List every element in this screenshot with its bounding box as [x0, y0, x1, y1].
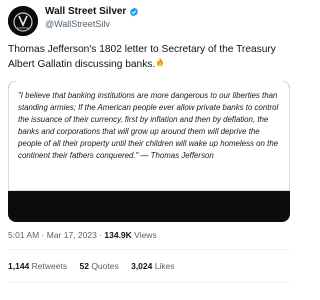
likes-label: Likes	[154, 261, 175, 271]
quotes-label: Quotes	[91, 261, 119, 271]
quote-text: "I believe that banking institutions are…	[18, 91, 279, 160]
tweet-text-content: Thomas Jefferson's 1802 letter to Secret…	[8, 44, 276, 70]
tweet: Wall Street Silver @WallStreetSilv Thoma…	[0, 0, 296, 300]
time-date: 5:01 AM · Mar 17, 2023 ·	[8, 230, 105, 240]
engagement-stats: 1,144 Retweets 52 Quotes 3,024 Likes	[8, 261, 185, 272]
fire-icon	[157, 57, 164, 66]
avatar[interactable]	[8, 6, 38, 36]
quotes-stat[interactable]: 52 Quotes	[79, 261, 118, 272]
avatar-logo-icon	[8, 6, 38, 36]
verified-badge-icon	[130, 7, 139, 17]
likes-stat[interactable]: 3,024 Likes	[131, 261, 175, 272]
retweets-count: 1,144	[8, 261, 30, 271]
retweets-stat[interactable]: 1,144 Retweets	[8, 261, 67, 272]
likes-count: 3,024	[131, 261, 153, 271]
quotes-count: 52	[79, 261, 89, 271]
divider	[8, 249, 290, 250]
views-label: Views	[131, 230, 157, 240]
tweet-media-image[interactable]: "I believe that banking institutions are…	[8, 81, 290, 222]
author-name-text: Wall Street Silver	[45, 6, 127, 17]
tweet-text: Thomas Jefferson's 1802 letter to Secret…	[8, 43, 290, 71]
quote-card: "I believe that banking institutions are…	[8, 81, 290, 191]
retweets-label: Retweets	[31, 261, 68, 271]
author-name[interactable]: Wall Street Silver	[45, 6, 139, 18]
views-count: 134.9K	[104, 230, 132, 240]
timestamp[interactable]: 5:01 AM · Mar 17, 2023 · 134.9K Views	[8, 230, 157, 241]
divider	[8, 282, 290, 283]
author-handle[interactable]: @WallStreetSilv	[45, 19, 110, 30]
